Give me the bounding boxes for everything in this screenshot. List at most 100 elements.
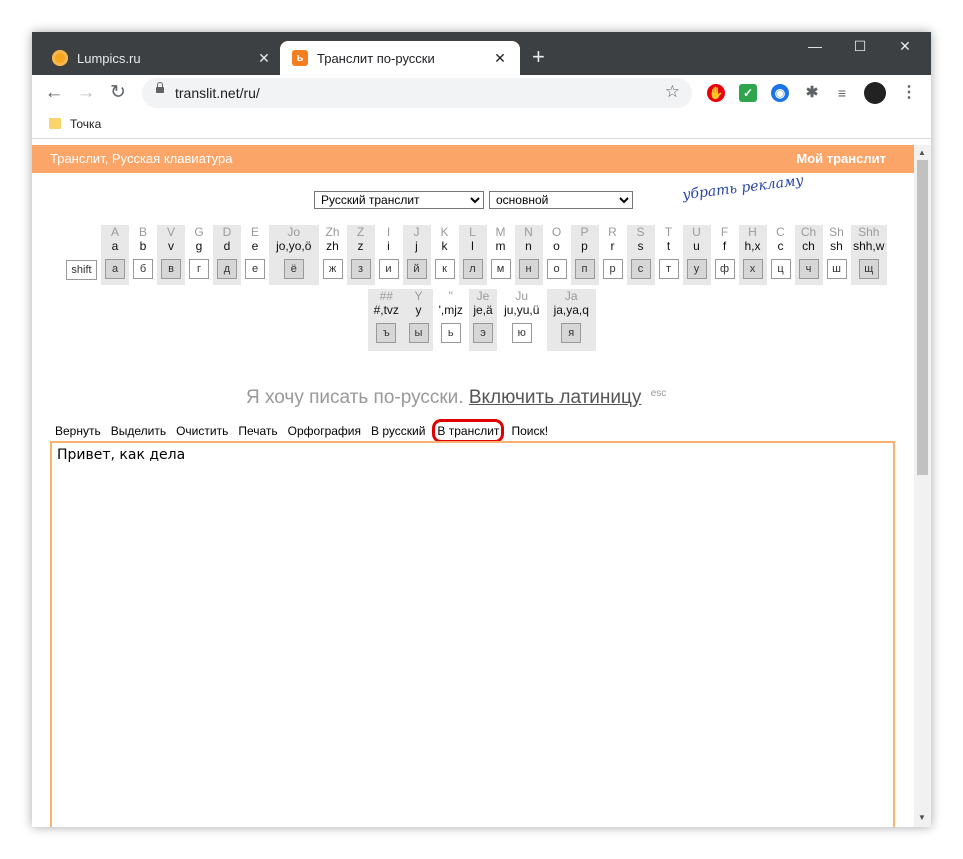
cyrillic-key[interactable]: б [133, 259, 153, 279]
cyrillic-key[interactable]: х [742, 259, 763, 279]
latin-lower-label: e [251, 239, 259, 253]
cyrillic-key[interactable]: л [462, 259, 483, 279]
cyrillic-key[interactable]: ф [714, 259, 735, 279]
cyrillic-key[interactable]: й [406, 259, 427, 279]
cyrillic-key[interactable]: ъ [376, 323, 397, 343]
media-queue-icon[interactable]: ≡ [833, 84, 851, 102]
tab-lumpics[interactable]: Lumpics.ru ✕ [40, 41, 284, 75]
latin-lower-label: z [357, 239, 364, 253]
cyrillic-key[interactable]: ж [322, 259, 343, 279]
cyrillic-key[interactable]: ш [826, 259, 847, 279]
latin-upper-label: Ja [564, 289, 578, 303]
scheme-select[interactable]: Русский транслит [314, 191, 484, 209]
cyrillic-key[interactable]: я [561, 323, 582, 343]
to-translit-button[interactable]: В транслит [432, 419, 505, 443]
cyrillic-key[interactable]: т [658, 259, 679, 279]
cyrillic-key[interactable]: у [686, 259, 707, 279]
bookmark-star-icon[interactable]: ☆ [665, 82, 680, 102]
scroll-thumb[interactable] [917, 160, 928, 475]
page-scrollbar[interactable]: ▲ ▼ [914, 145, 931, 827]
close-icon[interactable]: ✕ [490, 50, 510, 67]
cyrillic-key[interactable]: н [518, 259, 539, 279]
shift-key[interactable]: shift [66, 260, 97, 280]
latin-lower-label: f [722, 239, 727, 253]
layout-select[interactable]: основной [489, 191, 633, 209]
latin-lower-label: o [553, 239, 560, 253]
cyrillic-key[interactable]: ы [408, 323, 429, 343]
cyrillic-key[interactable]: э [473, 323, 493, 343]
check-extension-icon[interactable]: ✓ [739, 84, 757, 102]
latin-upper-label: Sh [829, 225, 844, 239]
action-link[interactable]: Печать [238, 424, 277, 438]
cyrillic-key[interactable]: щ [858, 259, 879, 279]
latin-lower-label: j [415, 239, 418, 253]
cyrillic-key[interactable]: в [161, 259, 181, 279]
cyrillic-key[interactable]: ч [798, 259, 819, 279]
my-translit-link[interactable]: Мой транслит [796, 151, 886, 166]
cyrillic-key[interactable]: с [630, 259, 651, 279]
latin-lower-label: h,x [744, 239, 761, 253]
latin-lower-label: ',mjz [438, 303, 463, 317]
action-link[interactable]: Поиск! [511, 424, 548, 438]
key-column: Sh sh ш [823, 225, 851, 285]
enable-latin-link[interactable]: Включить латиницу [469, 387, 642, 408]
translit-favicon-icon: ь [292, 50, 308, 66]
key-column: Jo jo,yo,ö ё [269, 225, 319, 285]
cyrillic-key[interactable]: ё [283, 259, 304, 279]
key-column: Je je,ä э [469, 289, 497, 351]
latin-upper-label: U [692, 225, 701, 239]
profile-avatar[interactable] [864, 82, 886, 104]
latin-lower-label: d [223, 239, 231, 253]
close-icon[interactable]: ✕ [254, 50, 274, 67]
browser-window: Lumpics.ru ✕ ь Транслит по-русски ✕ + — … [32, 32, 931, 827]
cyrillic-key[interactable]: г [189, 259, 209, 279]
cyrillic-key[interactable]: д [217, 259, 237, 279]
action-link[interactable]: Очистить [176, 424, 228, 438]
cyrillic-key[interactable]: и [378, 259, 399, 279]
minimize-icon[interactable]: — [795, 38, 835, 54]
cyrillic-key[interactable]: ц [770, 259, 791, 279]
message-text: Я хочу писать по-русски. [246, 387, 464, 408]
extensions-puzzle-icon[interactable]: ✱ [803, 84, 821, 102]
new-tab-plus-icon[interactable]: + [532, 46, 545, 68]
latin-lower-label: je,ä [473, 303, 493, 317]
cyrillic-key[interactable]: р [602, 259, 623, 279]
reload-icon[interactable]: ↻ [106, 81, 130, 105]
cyrillic-key[interactable]: а [105, 259, 125, 279]
site-title[interactable]: Транслит, Русская клавиатура [50, 151, 233, 166]
tab-title: Lumpics.ru [77, 50, 141, 66]
menu-kebab-icon[interactable]: ⋮ [900, 84, 918, 102]
cyrillic-key[interactable]: ю [511, 323, 532, 343]
latin-upper-label: K [440, 225, 449, 239]
cyrillic-key[interactable]: п [574, 259, 595, 279]
action-link[interactable]: Вернуть [55, 424, 101, 438]
adblock-extension-icon[interactable]: ✋ [707, 84, 725, 102]
maximize-icon[interactable]: ☐ [840, 38, 880, 55]
latin-lower-label: ch [802, 239, 815, 253]
cyrillic-key[interactable]: к [434, 259, 455, 279]
key-column: Ttт [655, 225, 683, 285]
latin-upper-label: B [138, 225, 147, 239]
cyrillic-key[interactable]: е [245, 259, 265, 279]
cyrillic-key[interactable]: м [490, 259, 511, 279]
vpn-extension-icon[interactable]: ◉ [771, 84, 789, 102]
latin-lower-label: i [387, 239, 390, 253]
cyrillic-key[interactable]: з [350, 259, 371, 279]
action-link[interactable]: В русский [371, 424, 425, 438]
window-close-icon[interactable]: ✕ [885, 38, 925, 55]
scroll-down-icon[interactable]: ▼ [918, 813, 926, 822]
action-link[interactable]: Орфография [288, 424, 361, 438]
scroll-up-icon[interactable]: ▲ [918, 148, 926, 157]
cyrillic-key[interactable]: о [546, 259, 567, 279]
bookmark-item[interactable]: Точка [70, 117, 101, 131]
forward-arrow-icon[interactable]: → [74, 81, 98, 105]
latin-upper-label: M [495, 225, 506, 239]
latin-lower-label: zh [326, 239, 339, 253]
address-bar[interactable]: translit.net/ru/ ☆ [142, 78, 692, 108]
tab-translit[interactable]: ь Транслит по-русски ✕ [280, 41, 520, 75]
key-column: Zh zh ж [319, 225, 347, 285]
action-link[interactable]: Выделить [111, 424, 166, 438]
cyrillic-key[interactable]: ь [440, 323, 461, 343]
text-editor[interactable]: Привет, как дела [50, 441, 895, 827]
back-arrow-icon[interactable]: ← [42, 81, 66, 105]
